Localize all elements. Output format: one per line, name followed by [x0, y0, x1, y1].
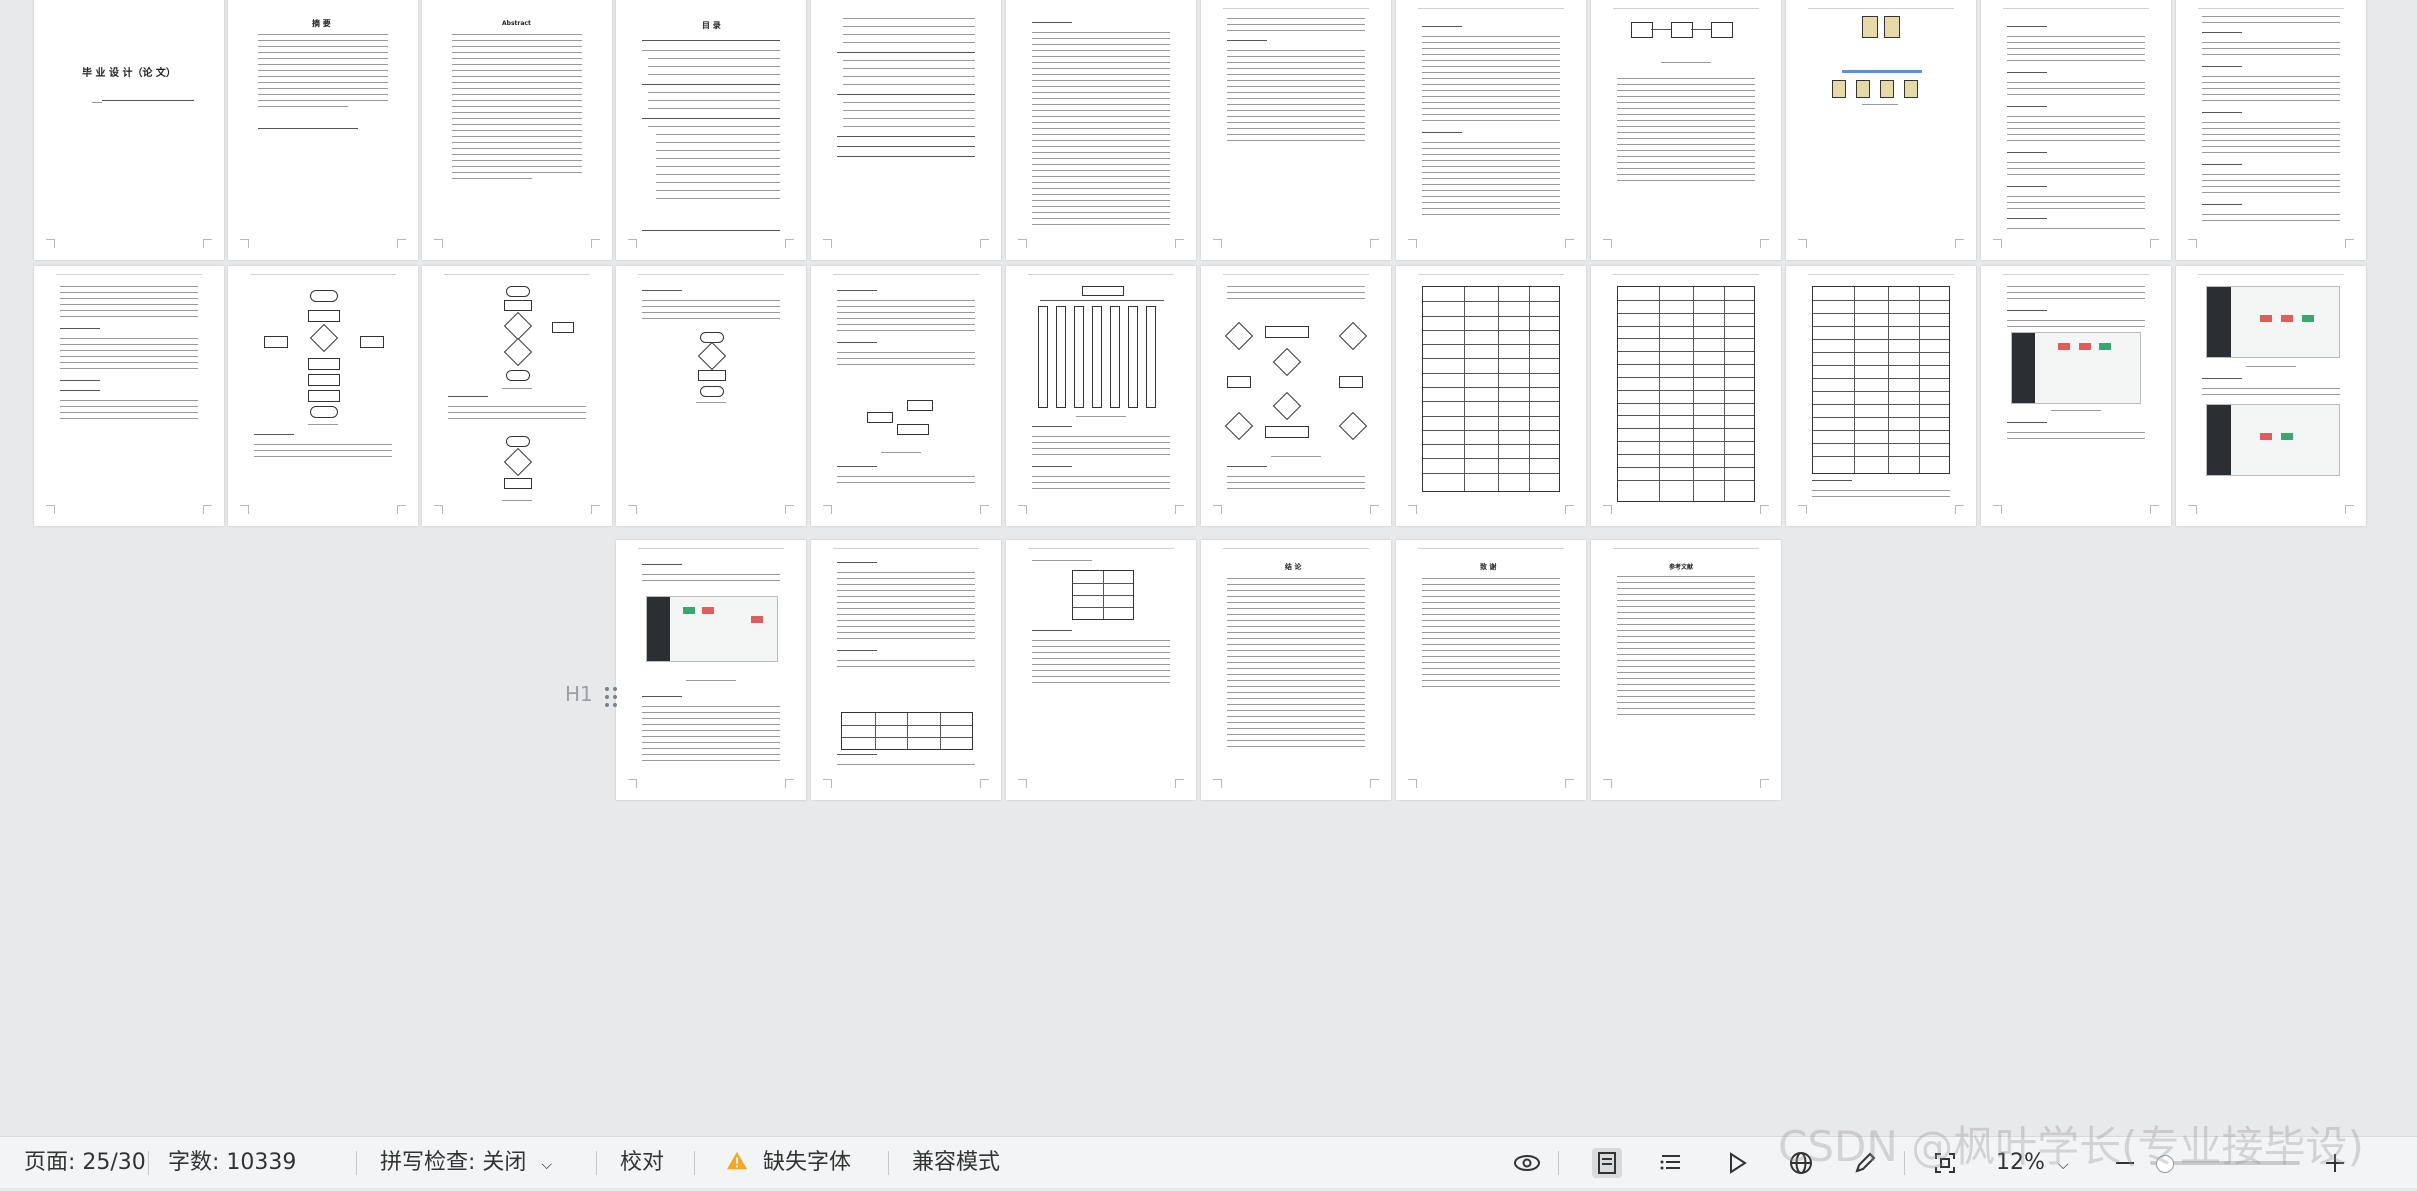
page-thumbnail-29[interactable]: 致 谢 — [1396, 540, 1586, 800]
page-thumbnail-5[interactable] — [811, 0, 1001, 260]
spell-check-label: 拼写检查: 关闭 — [380, 1150, 527, 1175]
missing-font-label: 缺失字体 — [763, 1150, 852, 1175]
page-thumbnail-17[interactable] — [811, 266, 1001, 526]
cover-title: 毕 业 设 计（论 文） — [82, 68, 176, 79]
page-thumbnail-2[interactable]: 摘 要 — [228, 0, 418, 260]
page-thumbnail-27[interactable] — [1006, 540, 1196, 800]
toc-title: 目 录 — [702, 21, 721, 30]
page-thumbnail-15[interactable] — [422, 266, 612, 526]
page-thumbnail-19[interactable] — [1201, 266, 1391, 526]
page-thumbnail-13[interactable] — [34, 266, 224, 526]
abstract-en-title: Abstract — [502, 20, 531, 27]
proofread-button[interactable]: 校对 — [620, 1137, 664, 1188]
page-thumbnail-18[interactable] — [1006, 266, 1196, 526]
page-thumbnail-25[interactable] — [616, 540, 806, 800]
page-indicator[interactable]: 页面: 25/30 — [24, 1137, 146, 1188]
heading-drag-handle[interactable]: H1 — [565, 682, 617, 707]
references-title: 参考文献 — [1669, 564, 1694, 571]
page-thumbnail-4[interactable]: 目 录 — [616, 0, 806, 260]
page-thumbnail-14[interactable] — [228, 266, 418, 526]
page-thumbnail-12[interactable] — [2176, 0, 2366, 260]
page-thumbnail-21[interactable] — [1591, 266, 1781, 526]
spell-check-toggle[interactable]: 拼写检查: 关闭 ⌵ — [380, 1137, 552, 1188]
page-thumbnail-3[interactable]: Abstract — [422, 0, 612, 260]
chevron-down-icon: ⌵ — [541, 1157, 553, 1173]
page-thumbnail-23[interactable] — [1981, 266, 2171, 526]
page-thumbnail-24[interactable] — [2176, 266, 2366, 526]
drag-handle-icon[interactable] — [603, 684, 621, 710]
word-count[interactable]: 字数: 10339 — [168, 1137, 296, 1188]
page-thumbnail-16[interactable] — [616, 266, 806, 526]
page-thumbnail-6[interactable] — [1006, 0, 1196, 260]
page-thumbnail-10[interactable] — [1786, 0, 1976, 260]
page-thumbnail-1[interactable]: 毕 业 设 计（论 文） — [34, 0, 224, 260]
page-thumbnail-30[interactable]: 参考文献 — [1591, 540, 1781, 800]
page-thumbnail-8[interactable] — [1396, 0, 1586, 260]
abstract-cn-title: 摘 要 — [312, 19, 331, 28]
page-thumbnail-28[interactable]: 结 论 — [1201, 540, 1391, 800]
page-thumbnail-20[interactable] — [1396, 266, 1586, 526]
page-thumbnail-7[interactable] — [1201, 0, 1391, 260]
warning-icon — [726, 1140, 748, 1170]
page-view-icon[interactable] — [1592, 1148, 1622, 1178]
eye-icon[interactable] — [1512, 1148, 1542, 1178]
page-thumbnail-26[interactable] — [811, 540, 1001, 800]
outline-view-icon[interactable] — [1656, 1148, 1686, 1178]
page-thumbnail-22[interactable] — [1786, 266, 1976, 526]
heading-level-label: H1 — [565, 682, 593, 706]
page-thumbnail-9[interactable] — [1591, 0, 1781, 260]
missing-font-button[interactable]: 缺失字体 — [726, 1137, 851, 1188]
play-icon[interactable] — [1722, 1148, 1752, 1178]
document-canvas[interactable]: 毕 业 设 计（论 文） 摘 要 Abstract 目 录 结 论 致 谢 参考… — [0, 0, 2417, 1136]
compat-mode-label: 兼容模式 — [912, 1150, 1001, 1175]
conclusion-title: 结 论 — [1285, 563, 1302, 571]
page-thumbnail-11[interactable] — [1981, 0, 2171, 260]
watermark: CSDN @枫叶学长(专业接毕设) — [1778, 1122, 2364, 1171]
thanks-title: 致 谢 — [1480, 563, 1497, 571]
